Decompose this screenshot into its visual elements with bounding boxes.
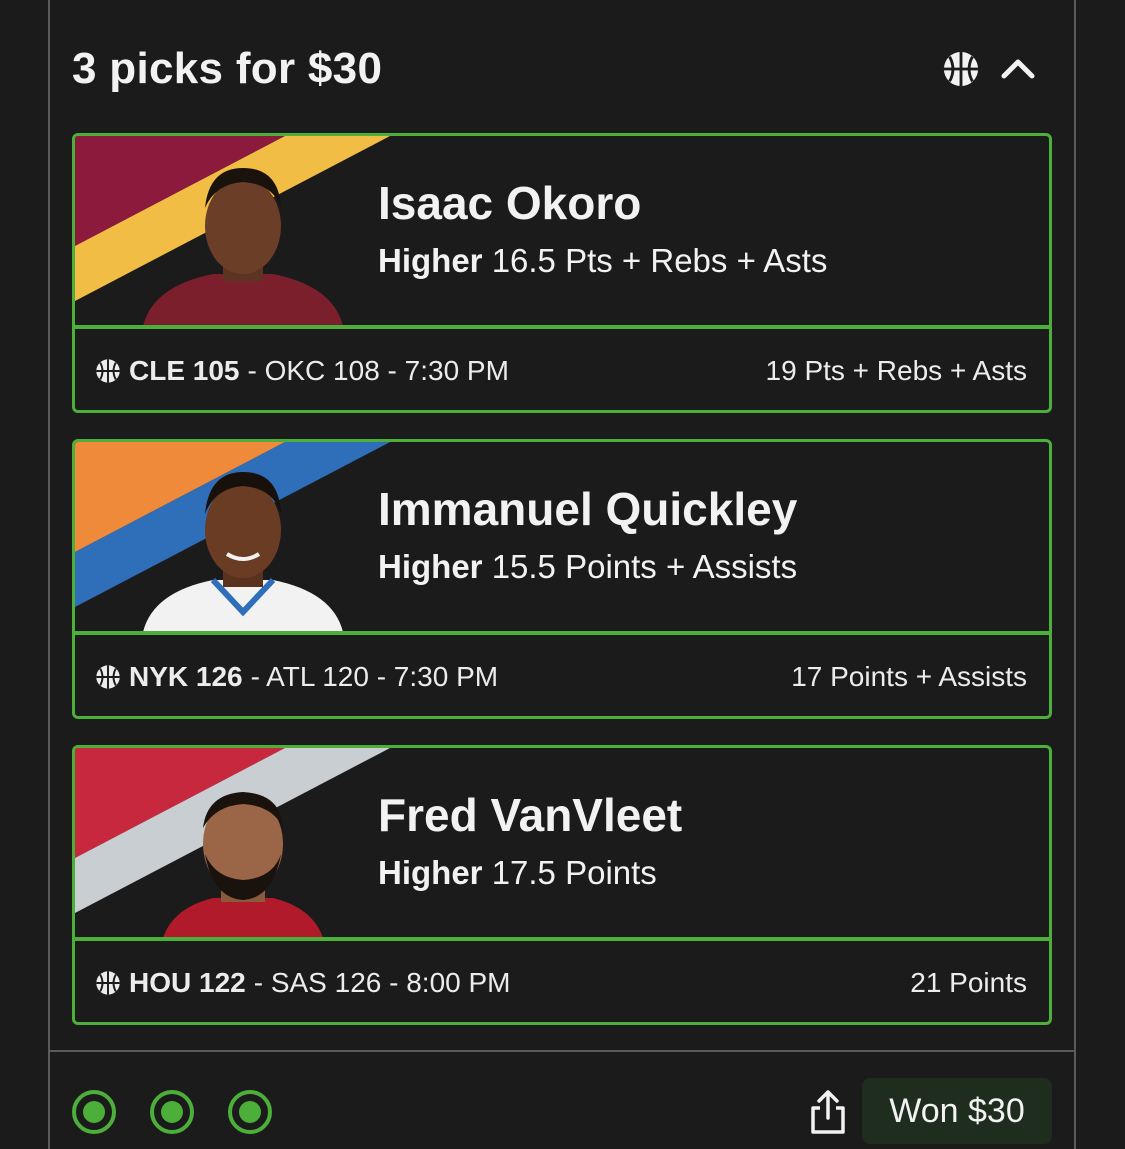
pick-status-dots — [72, 1090, 306, 1134]
pick-card-bottom: NYK 126 - ATL 120 - 7:30 PM 17 Points + … — [75, 635, 1049, 716]
game-info: CLE 105 - OKC 108 - 7:30 PM — [95, 355, 509, 387]
pick-card[interactable]: Fred VanVleet Higher 17.5 Points HOU 122… — [72, 745, 1052, 1025]
won-badge[interactable]: Won $30 — [862, 1078, 1052, 1144]
game-details: - OKC 108 - 7:30 PM — [247, 355, 509, 386]
team-score: CLE 105 — [129, 355, 240, 386]
pick-stat-line: 16.5 Pts + Rebs + Asts — [491, 242, 828, 279]
won-status-icon — [150, 1090, 194, 1134]
chevron-up-icon[interactable] — [998, 52, 1038, 82]
team-score: NYK 126 — [129, 661, 243, 692]
player-headshot — [163, 792, 323, 938]
pick-result: 17 Points + Assists — [791, 661, 1027, 692]
player-headshot — [143, 168, 343, 326]
lineup-panel: 3 picks for $30 Isaac Okoro Higher 16.5 … — [48, 0, 1076, 1149]
pick-line: Higher 15.5 Points + Assists — [378, 548, 797, 586]
pick-stat-line: 15.5 Points + Assists — [491, 548, 798, 585]
game-info: HOU 122 - SAS 126 - 8:00 PM — [95, 967, 511, 999]
basketball-icon — [96, 359, 120, 383]
basketball-icon — [96, 665, 120, 689]
pick-stat-line: 17.5 Points — [491, 854, 657, 891]
basketball-icon — [96, 971, 120, 995]
pick-card-top: Fred VanVleet Higher 17.5 Points — [75, 748, 1049, 938]
pick-direction: Higher — [378, 854, 483, 891]
pick-line: Higher 16.5 Pts + Rebs + Asts — [378, 242, 827, 280]
lineup-header[interactable]: 3 picks for $30 — [72, 38, 1052, 100]
pick-card-bottom: CLE 105 - OKC 108 - 7:30 PM 19 Pts + Reb… — [75, 329, 1049, 410]
player-name: Immanuel Quickley — [378, 483, 798, 535]
footer-divider — [50, 1050, 1074, 1052]
basketball-icon — [943, 51, 979, 87]
won-status-icon — [228, 1090, 272, 1134]
pick-direction: Higher — [378, 548, 483, 585]
pick-result: 19 Pts + Rebs + Asts — [765, 355, 1027, 386]
player-headshot — [143, 472, 343, 632]
pick-result: 21 Points — [910, 967, 1027, 998]
game-details: - SAS 126 - 8:00 PM — [253, 967, 511, 998]
share-icon[interactable] — [808, 1088, 848, 1136]
pick-card-top: Immanuel Quickley Higher 15.5 Points + A… — [75, 442, 1049, 632]
pick-card[interactable]: Isaac Okoro Higher 16.5 Pts + Rebs + Ast… — [72, 133, 1052, 413]
pick-card[interactable]: Immanuel Quickley Higher 15.5 Points + A… — [72, 439, 1052, 719]
pick-line: Higher 17.5 Points — [378, 854, 657, 892]
game-info: NYK 126 - ATL 120 - 7:30 PM — [95, 661, 498, 693]
game-details: - ATL 120 - 7:30 PM — [250, 661, 499, 692]
player-name: Fred VanVleet — [378, 789, 683, 841]
player-name: Isaac Okoro — [378, 177, 642, 229]
pick-card-top: Isaac Okoro Higher 16.5 Pts + Rebs + Ast… — [75, 136, 1049, 326]
pick-card-bottom: HOU 122 - SAS 126 - 8:00 PM 21 Points — [75, 941, 1049, 1022]
won-status-icon — [72, 1090, 116, 1134]
team-score: HOU 122 — [129, 967, 246, 998]
lineup-title: 3 picks for $30 — [72, 44, 383, 93]
pick-direction: Higher — [378, 242, 483, 279]
